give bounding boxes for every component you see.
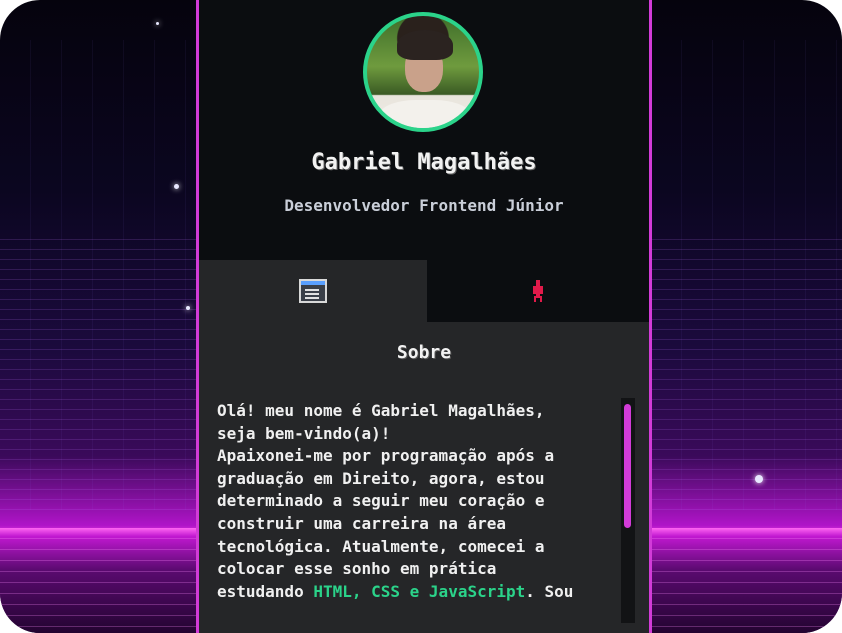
star: [156, 22, 159, 25]
tab-bar: [199, 260, 649, 322]
about-text: Olá! meu nome é Gabriel Magalhães, seja …: [217, 400, 617, 603]
about-text-continued: . Sou: [525, 581, 574, 601]
avatar-hair: [397, 30, 453, 60]
terminal-icon: [299, 279, 327, 303]
profile-card: Gabriel Magalhães Desenvolvedor Frontend…: [196, 0, 652, 633]
scrollbar[interactable]: [621, 398, 635, 623]
avatar: [363, 12, 483, 132]
profile-name: Gabriel Magalhães: [311, 150, 537, 175]
tab-about[interactable]: [199, 260, 427, 322]
about-section: Sobre Olá! meu nome é Gabriel Magalhães,…: [199, 322, 649, 633]
scrollbar-thumb[interactable]: [624, 404, 631, 528]
tab-skills[interactable]: [427, 260, 649, 322]
rocket-icon: [533, 280, 543, 302]
avatar-shirt: [379, 100, 471, 128]
profile-role: Desenvolvedor Frontend Júnior: [284, 196, 564, 215]
about-tech-highlight: HTML, CSS e JavaScript: [313, 581, 526, 601]
star: [174, 184, 179, 189]
about-text-intro: Olá! meu nome é Gabriel Magalhães, seja …: [217, 401, 555, 601]
background-frame: Gabriel Magalhães Desenvolvedor Frontend…: [0, 0, 842, 633]
star: [186, 306, 190, 310]
about-heading: Sobre: [396, 342, 452, 363]
star: [755, 475, 763, 483]
